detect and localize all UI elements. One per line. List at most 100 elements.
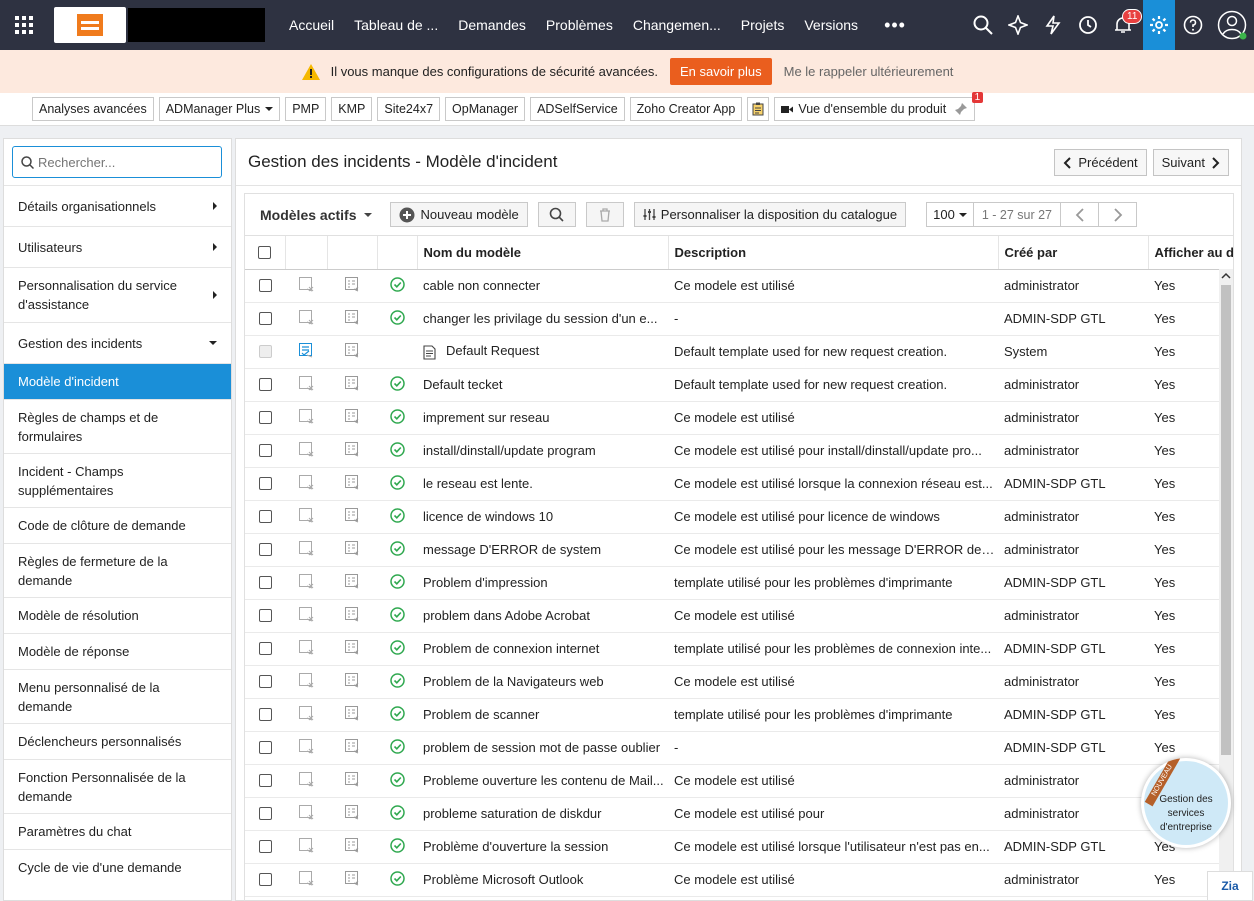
sidebar-search-box[interactable] [12,146,222,178]
copy-template-icon[interactable] [344,606,360,622]
template-name[interactable]: Problem de scanner [423,707,539,722]
copy-template-icon[interactable] [344,804,360,820]
edit-template-icon[interactable] [298,837,314,853]
nav-link[interactable]: Changemen... [623,17,731,33]
customize-layout-button[interactable]: Personnaliser la disposition du catalogu… [633,202,907,227]
copy-template-icon[interactable] [344,573,360,589]
copy-template-icon[interactable] [344,342,360,358]
lightning-icon[interactable] [1035,0,1070,50]
template-name[interactable]: licence de windows 10 [423,509,553,524]
template-name[interactable]: Default Request [446,343,539,358]
table-row[interactable]: licence de windows 10 Ce modele est utili… [245,500,1233,534]
edit-template-icon[interactable] [298,639,314,655]
column-header-description[interactable]: Description [668,236,999,270]
edit-template-icon[interactable] [298,672,314,688]
table-row[interactable]: cable non connecter Ce modele est utilisé… [245,269,1233,303]
row-checkbox[interactable] [258,675,272,688]
nav-more-icon[interactable]: ••• [884,15,906,36]
copy-template-icon[interactable] [344,870,360,886]
zia-assistant-button[interactable]: Zia [1207,871,1253,901]
table-row[interactable]: Problème d'ouverture la session Ce modele… [245,830,1233,864]
template-name-cell[interactable]: probleme saturation de diskdur [417,797,668,831]
template-name[interactable]: le reseau est lente. [423,476,533,491]
table-row[interactable]: install/dinstall/update program Ce modele… [245,434,1233,468]
app-grid-icon[interactable] [0,0,48,50]
copy-template-icon[interactable] [344,837,360,853]
user-avatar-icon[interactable] [1210,0,1254,50]
sidebar-item[interactable]: Fonction Personnalisée de la demande [4,759,231,813]
template-filter-dropdown[interactable]: Modèles actifs [260,207,373,223]
sidebar-item[interactable]: Règles de fermeture de la demande [4,543,231,597]
template-name[interactable]: problem de session mot de passe oublier [423,740,660,755]
table-row[interactable]: probleme saturation de diskdur Ce modele … [245,797,1233,831]
learn-more-button[interactable]: En savoir plus [669,58,772,85]
table-row[interactable]: Default tecket Default template used for … [245,368,1233,402]
column-header-name[interactable]: Nom du modèle [417,236,669,270]
copy-template-icon[interactable] [344,507,360,523]
copy-template-icon[interactable] [344,408,360,424]
edit-template-icon[interactable] [298,771,314,787]
edit-template-icon[interactable] [298,375,314,391]
copy-template-icon[interactable] [344,540,360,556]
row-checkbox[interactable] [258,840,272,853]
copy-template-icon[interactable] [344,474,360,490]
row-checkbox[interactable] [258,576,272,589]
sidebar-item[interactable]: Code de clôture de demande [4,507,231,543]
ai-sparkle-icon[interactable] [1000,0,1035,50]
template-name[interactable]: changer les privilage du session d'un e.… [423,311,657,326]
template-name-cell[interactable]: le reseau est lente. [417,467,668,501]
quick-link[interactable]: Site24x7 [377,97,441,121]
copy-template-icon[interactable] [344,672,360,688]
edit-template-icon[interactable] [298,309,314,325]
edit-template-icon[interactable] [298,540,314,556]
quick-link[interactable]: ADSelfService [530,97,625,121]
template-name-cell[interactable]: imprement sur reseau [417,401,668,435]
copy-template-icon[interactable] [344,639,360,655]
quick-link[interactable]: ADManager Plus [158,97,281,121]
sidebar-item[interactable]: Modèle de résolution [4,597,231,633]
sidebar-item[interactable]: Incident - Champs supplémentaires [4,453,231,507]
table-row[interactable]: Problem de connexion internet template ut… [245,632,1233,666]
copy-template-icon[interactable] [344,276,360,292]
nav-link[interactable]: Accueil [279,17,344,33]
quick-link[interactable]: OpManager [445,97,526,121]
template-name-cell[interactable]: problem de session mot de passe oublier [417,731,668,765]
table-row[interactable]: problem dans Adobe Acrobat Ce modele est … [245,599,1233,633]
history-icon[interactable] [1070,0,1105,50]
template-name-cell[interactable]: changer les privilage du session d'un e.… [417,302,668,336]
search-button[interactable] [537,202,576,227]
sidebar-item[interactable]: Paramètres du chat [4,813,231,849]
row-checkbox[interactable] [258,741,272,754]
edit-template-icon[interactable] [298,573,314,589]
template-name-cell[interactable]: Problème Microsoft Outlook [417,863,668,897]
row-checkbox[interactable] [258,774,272,787]
template-name[interactable]: problem dans Adobe Acrobat [423,608,590,623]
rows-per-page-select[interactable]: 100 [926,202,974,227]
row-checkbox[interactable] [258,312,272,325]
table-row[interactable]: Problem de scanner template utilisé pour … [245,698,1233,732]
table-row[interactable]: problem de session mot de passe oublier -… [245,731,1233,765]
next-button[interactable]: Suivant [1152,149,1229,176]
template-name[interactable]: Problem de connexion internet [423,641,599,656]
row-checkbox[interactable] [258,444,272,457]
template-name-cell[interactable]: Problem de la Navigateurs web [417,665,668,699]
template-name[interactable]: cable non connecter [423,278,540,293]
nav-link[interactable]: Tableau de ... [344,17,448,33]
remind-later-link[interactable]: Me le rappeler ultérieurement [784,64,954,79]
settings-gear-icon[interactable] [1143,0,1175,50]
sidebar-item[interactable]: Personnalisation du service d'assistance [4,267,231,322]
row-checkbox[interactable] [258,279,272,292]
pin-icon[interactable] [954,102,968,116]
template-name-cell[interactable]: cable non connecter [417,269,668,303]
sidebar-search-input[interactable] [38,154,208,170]
template-name-cell[interactable]: Problem d'impression [417,566,668,600]
copy-template-icon[interactable] [344,705,360,721]
template-name-cell[interactable]: problem dans Adobe Acrobat [417,599,668,633]
product-overview-link[interactable]: Vue d'ensemble du produit 1 [774,92,984,121]
sidebar-item[interactable]: Modèle de réponse [4,633,231,669]
sidebar-item[interactable]: Déclencheurs personnalisés [4,723,231,759]
company-logo[interactable] [54,7,126,43]
template-name[interactable]: Probleme ouverture les contenu de Mail..… [423,773,664,788]
row-checkbox[interactable] [258,543,272,556]
template-name-cell[interactable]: Problem de scanner [417,698,668,732]
